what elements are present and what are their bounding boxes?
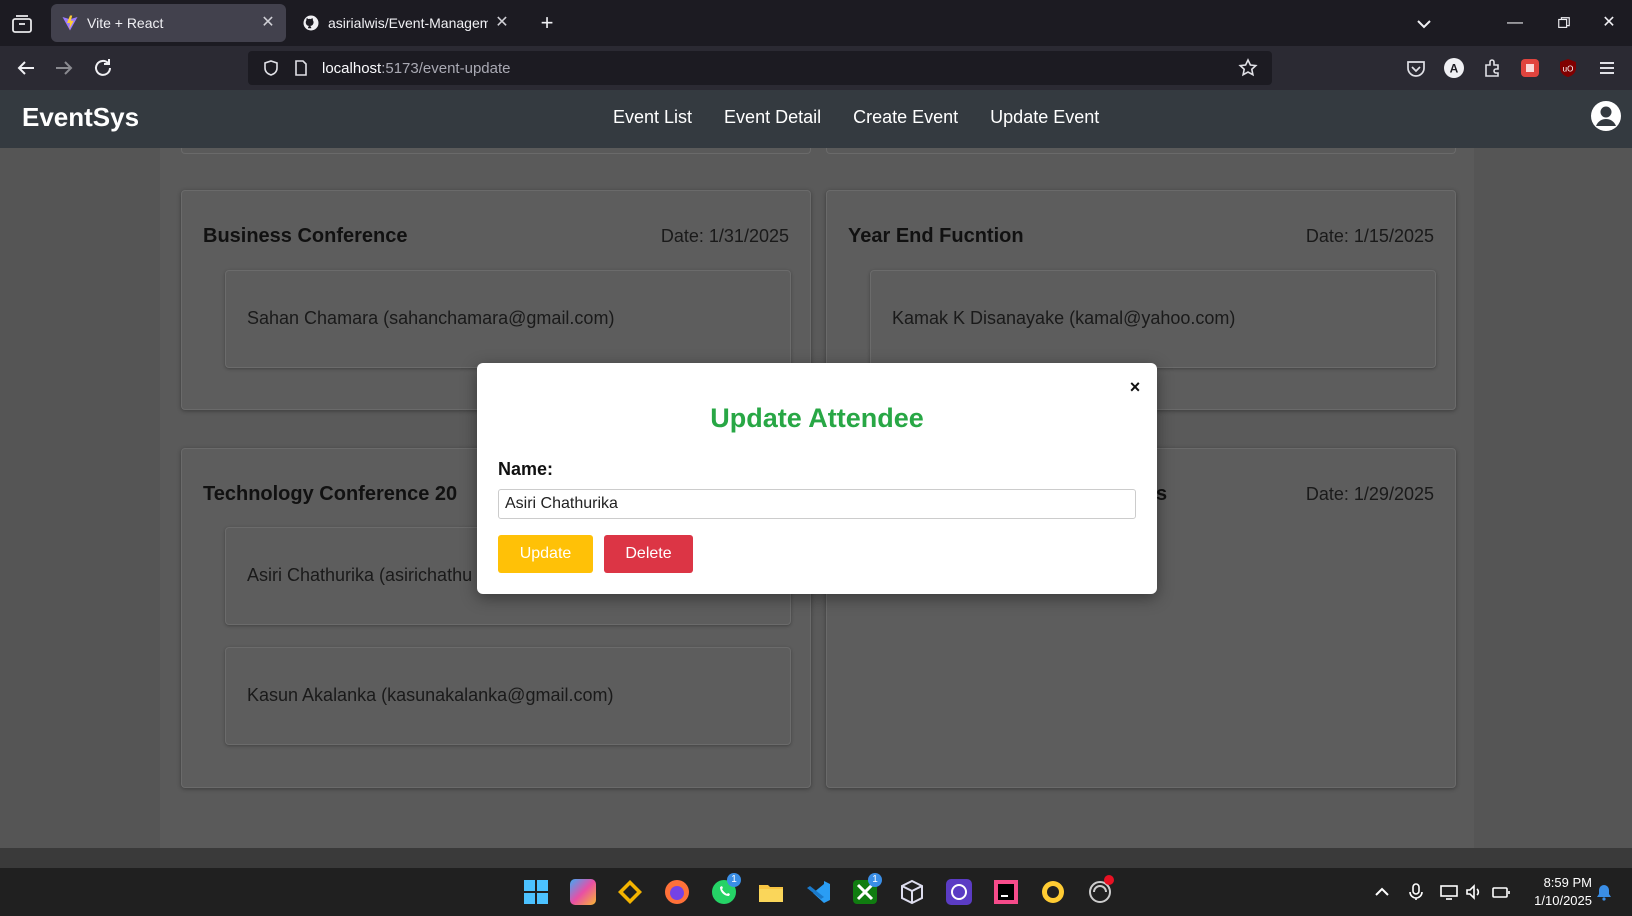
virtualbox-icon[interactable]	[899, 879, 925, 905]
collections-icon[interactable]	[10, 12, 34, 36]
nav-event-list[interactable]: Event List	[613, 107, 692, 128]
github-icon	[302, 14, 320, 32]
restore-icon[interactable]	[1551, 10, 1577, 36]
close-window-icon[interactable]: ✕	[1596, 10, 1622, 36]
tab-github[interactable]: asirialwis/Event-Management-S ✕	[292, 4, 520, 42]
main-nav: Event List Event Detail Create Event Upd…	[613, 107, 1099, 128]
app-diamond-icon[interactable]	[617, 879, 643, 905]
update-button[interactable]: Update	[498, 535, 593, 573]
chevron-down-icon[interactable]	[1414, 14, 1434, 34]
clock-date: 1/10/2025	[1534, 893, 1592, 908]
svg-text:uO: uO	[1563, 65, 1574, 74]
url-host: localhost	[322, 59, 382, 77]
nav-create-event[interactable]: Create Event	[853, 107, 958, 128]
nav-update-event[interactable]: Update Event	[990, 107, 1099, 128]
battery-icon[interactable]	[1492, 883, 1510, 901]
system-clock[interactable]: 8:59 PM 1/10/2025	[1518, 874, 1592, 910]
account-icon[interactable]: A	[1443, 57, 1465, 79]
page-icon[interactable]	[292, 59, 310, 77]
event-date: Date: 1/29/2025	[1305, 484, 1434, 504]
postman-icon[interactable]	[946, 879, 972, 905]
notification-badge: 1	[868, 873, 882, 887]
browser-nav-bar: localhost:5173/event-update A uO	[0, 46, 1632, 90]
attendee-label: Asiri Chathurika (asirichathu	[247, 565, 473, 585]
tab-close-icon[interactable]: ✕	[260, 15, 276, 31]
delete-button[interactable]: Delete	[604, 535, 693, 573]
app-header: EventSys Event List Event Detail Create …	[0, 90, 1632, 148]
copilot-icon[interactable]	[570, 879, 596, 905]
ublock-icon[interactable]: uO	[1557, 57, 1579, 79]
brand-logo[interactable]: EventSys	[22, 102, 139, 133]
vite-icon	[61, 14, 79, 32]
app-ring-icon[interactable]	[1040, 879, 1066, 905]
app-orbit-icon[interactable]	[1087, 875, 1114, 905]
tab-close-icon[interactable]: ✕	[494, 15, 510, 31]
record-dot-icon	[1104, 875, 1114, 885]
windows-start-icon[interactable]	[523, 879, 549, 905]
pocket-icon[interactable]	[1405, 57, 1427, 79]
event-title: s	[1156, 483, 1168, 505]
network-icon[interactable]	[1440, 883, 1458, 901]
vscode-icon[interactable]	[805, 879, 831, 905]
volume-icon[interactable]	[1465, 883, 1483, 901]
jetbrains-icon[interactable]	[993, 879, 1019, 905]
event-title: Technology Conference 20	[203, 483, 458, 505]
attendee-item[interactable]: Sahan Chamara (sahanchamara@gmail.com)	[225, 270, 791, 368]
name-input[interactable]	[498, 489, 1136, 519]
browser-tab-bar: Vite + React ✕ asirialwis/Event-Manageme…	[0, 0, 1632, 46]
extensions-icon[interactable]	[1481, 57, 1503, 79]
bookmark-star-icon[interactable]	[1238, 58, 1258, 78]
tab-title: Vite + React	[87, 15, 164, 31]
new-tab-icon[interactable]: +	[536, 12, 558, 34]
minimize-icon[interactable]: —	[1502, 10, 1528, 36]
url-text: localhost:5173/event-update	[322, 60, 510, 77]
tab-title: asirialwis/Event-Management-S	[328, 15, 488, 31]
close-icon[interactable]: ×	[1125, 377, 1145, 397]
url-path: :5173/event-update	[381, 59, 511, 77]
card-stub	[181, 148, 811, 154]
page-footer-strip	[0, 848, 1632, 868]
event-title: Business Conference	[203, 225, 408, 247]
taskbar: 1 1 8:59 PM 1/10/2025	[0, 868, 1632, 916]
back-icon[interactable]	[14, 56, 38, 80]
attendee-label: Sahan Chamara (sahanchamara@gmail.com)	[247, 308, 615, 328]
notification-badge: 1	[727, 873, 741, 887]
whatsapp-icon[interactable]: 1	[711, 873, 741, 905]
nav-event-detail[interactable]: Event Detail	[724, 107, 821, 128]
attendee-label: Kamak K Disanayake (kamal@yahoo.com)	[892, 308, 1236, 328]
event-date: Date: 1/31/2025	[660, 226, 789, 246]
xbox-icon[interactable]: 1	[852, 873, 882, 905]
firefox-icon[interactable]	[664, 879, 690, 905]
reload-icon[interactable]	[91, 56, 115, 80]
notification-bell-icon[interactable]	[1595, 883, 1613, 901]
forward-icon[interactable]	[52, 56, 76, 80]
event-title: Year End Fucntion	[848, 225, 1024, 247]
card-stub	[826, 148, 1456, 154]
extension-red-icon[interactable]	[1519, 57, 1541, 79]
shield-icon[interactable]	[262, 59, 280, 77]
chevron-up-icon[interactable]	[1373, 883, 1391, 901]
attendee-item[interactable]: Kasun Akalanka (kasunakalanka@gmail.com)	[225, 647, 791, 745]
clock-time: 8:59 PM	[1543, 875, 1592, 890]
menu-icon[interactable]	[1596, 57, 1618, 79]
microphone-icon[interactable]	[1407, 883, 1425, 901]
address-bar[interactable]: localhost:5173/event-update	[248, 51, 1272, 85]
user-avatar-icon[interactable]	[1590, 100, 1622, 132]
file-explorer-icon[interactable]	[758, 879, 784, 905]
attendee-label: Kasun Akalanka (kasunakalanka@gmail.com)	[247, 685, 614, 705]
svg-text:A: A	[1450, 62, 1459, 76]
modal-title: Update Attendee	[710, 403, 924, 433]
attendee-item[interactable]: Kamak K Disanayake (kamal@yahoo.com)	[870, 270, 1436, 368]
event-date: Date: 1/15/2025	[1305, 226, 1434, 246]
update-attendee-modal: × Update Attendee Name: Update Delete	[477, 363, 1157, 594]
tab-vite-react[interactable]: Vite + React ✕	[51, 4, 286, 42]
name-label: Name:	[498, 459, 554, 479]
